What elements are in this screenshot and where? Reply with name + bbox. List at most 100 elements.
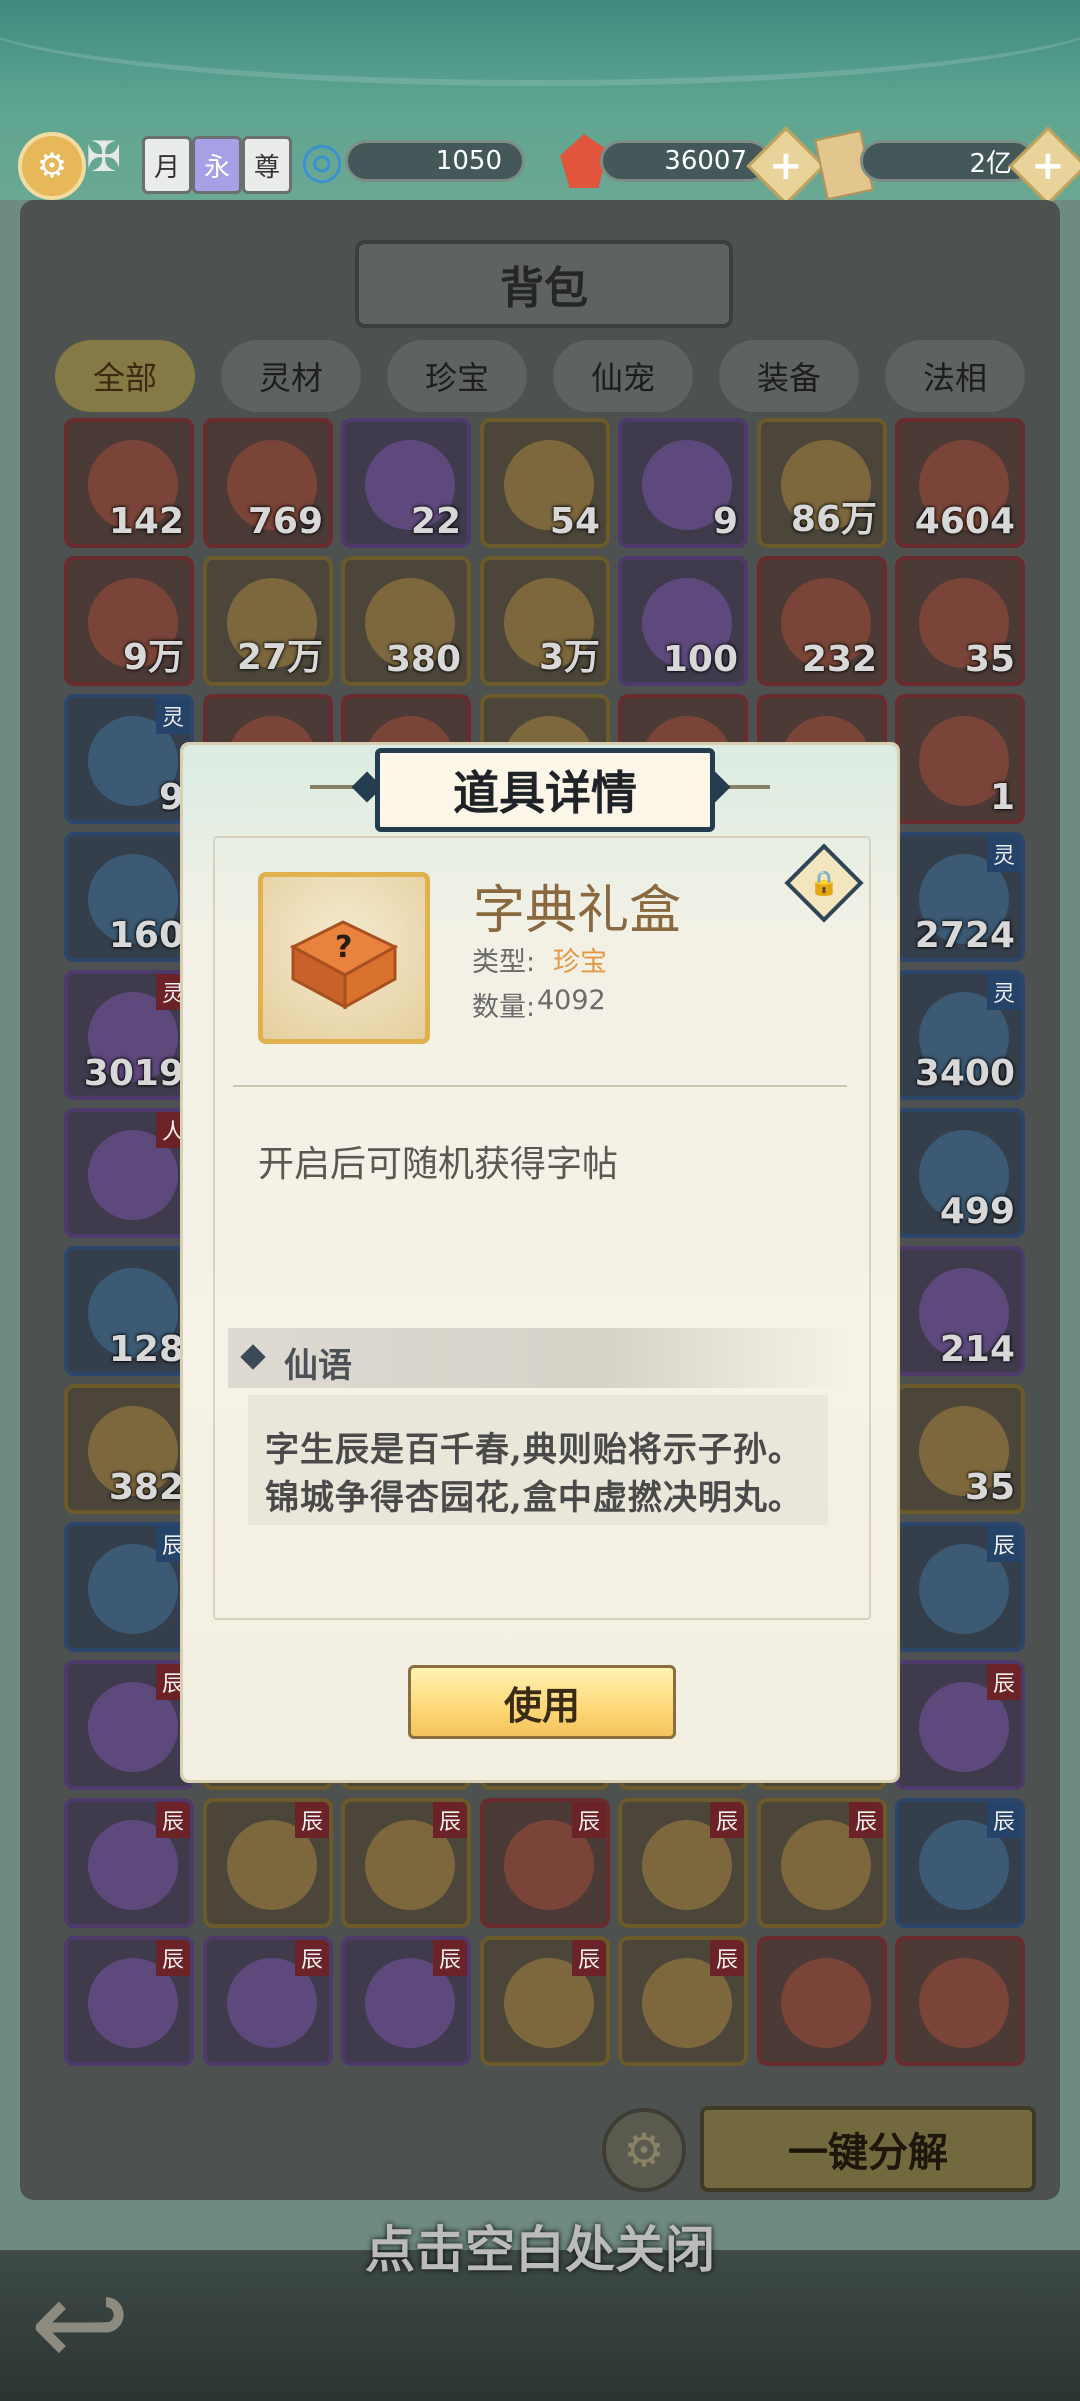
title-badge-eternal[interactable]: 永 xyxy=(192,136,242,194)
slot-tag: 辰 xyxy=(433,1940,467,1976)
slot-tag: 灵 xyxy=(987,836,1021,872)
slot-count: 27万 xyxy=(236,637,323,678)
gear-icon: ⚙ xyxy=(623,2123,665,2177)
slot-count: 100 xyxy=(662,639,738,680)
inventory-slot[interactable]: 灵 3019 xyxy=(64,970,194,1100)
tab-3[interactable]: 仙宠 xyxy=(553,340,693,412)
divider xyxy=(233,1085,847,1087)
inventory-slot[interactable]: 辰 xyxy=(203,1936,333,2066)
tab-1[interactable]: 灵材 xyxy=(221,340,361,412)
slot-count: 3万 xyxy=(538,637,600,678)
inventory-slot[interactable]: 辰 xyxy=(64,1936,194,2066)
inventory-slot[interactable]: 辰 xyxy=(618,1936,748,2066)
inventory-slot[interactable]: 辰 xyxy=(618,1798,748,1928)
scroll-counter: 2亿 xyxy=(860,140,1035,182)
inventory-slot[interactable]: 辰 xyxy=(341,1798,471,1928)
tab-5[interactable]: 法相 xyxy=(885,340,1025,412)
slot-count: 4604 xyxy=(914,501,1015,542)
inventory-slot[interactable]: 人 xyxy=(64,1108,194,1238)
inventory-slot[interactable]: 214 xyxy=(895,1246,1025,1376)
inventory-slot[interactable]: 9万 xyxy=(64,556,194,686)
inventory-slot[interactable]: 9 xyxy=(618,418,748,548)
tap-to-close-hint[interactable]: 点击空白处关闭 xyxy=(0,2210,1080,2282)
inventory-slot[interactable]: 辰 xyxy=(895,1798,1025,1928)
slot-tag: 辰 xyxy=(433,1802,467,1838)
inventory-slot[interactable]: 22 xyxy=(341,418,471,548)
tab-0[interactable]: 全部 xyxy=(55,340,195,412)
title-badge-moon[interactable]: 月 xyxy=(142,136,192,194)
inventory-slot[interactable]: 142 xyxy=(64,418,194,548)
inventory-slot[interactable]: 86万 xyxy=(757,418,887,548)
item-art-icon xyxy=(919,1958,1009,2048)
inventory-slot[interactable]: 769 xyxy=(203,418,333,548)
inventory-slot[interactable]: 辰 xyxy=(64,1660,194,1790)
rank-emblem-icon[interactable]: ✠ xyxy=(86,132,134,188)
lock-icon: 🔒 xyxy=(809,868,839,897)
svg-text:?: ? xyxy=(335,930,352,965)
inventory-slot[interactable]: 1 xyxy=(895,694,1025,824)
slot-tag: 辰 xyxy=(156,1940,190,1976)
inventory-slot[interactable]: 160 xyxy=(64,832,194,962)
inventory-slot[interactable] xyxy=(895,1936,1025,2066)
item-count-value: 4092 xyxy=(537,985,606,1016)
inventory-slot[interactable]: 27万 xyxy=(203,556,333,686)
plus-icon: + xyxy=(1031,142,1065,189)
inventory-slot[interactable]: 辰 xyxy=(341,1936,471,2066)
modal-title: 道具详情 xyxy=(375,748,715,832)
inventory-slot[interactable]: 辰 xyxy=(757,1798,887,1928)
spirit-stone-counter: 1050 xyxy=(345,140,525,182)
item-description: 开启后可随机获得字帖 xyxy=(258,1144,619,1185)
inventory-slot[interactable]: 128 xyxy=(64,1246,194,1376)
inventory-slot[interactable]: 灵 3400 xyxy=(895,970,1025,1100)
slot-count: 35 xyxy=(964,1467,1015,1508)
flavor-section-title: 仙语 xyxy=(284,1346,352,1386)
inventory-slot[interactable]: 54 xyxy=(480,418,610,548)
inventory-slot[interactable]: 辰 xyxy=(895,1522,1025,1652)
spirit-swirl-icon: ◎ xyxy=(300,131,344,189)
inventory-slot[interactable]: 辰 xyxy=(480,1936,610,2066)
plus-icon: + xyxy=(769,142,803,189)
slot-count: 3400 xyxy=(914,1053,1015,1094)
tab-2[interactable]: 珍宝 xyxy=(387,340,527,412)
slot-tag: 辰 xyxy=(295,1802,329,1838)
item-count-label: 数量: xyxy=(472,992,536,1023)
inventory-slot[interactable]: 辰 xyxy=(64,1522,194,1652)
inventory-slot[interactable]: 232 xyxy=(757,556,887,686)
slot-count: 1 xyxy=(989,777,1015,818)
inventory-slot[interactable]: 100 xyxy=(618,556,748,686)
slot-count: 86万 xyxy=(790,499,877,540)
slot-tag: 辰 xyxy=(156,1802,190,1838)
inventory-slot[interactable]: 35 xyxy=(895,556,1025,686)
flavor-poem-line-1: 字生辰是百千春,典则贻将示子孙。 xyxy=(265,1430,803,1470)
inventory-slot[interactable]: 499 xyxy=(895,1108,1025,1238)
inventory-slot[interactable]: 辰 xyxy=(203,1798,333,1928)
use-item-button[interactable]: 使用 xyxy=(408,1665,676,1739)
slot-count: 128 xyxy=(108,1329,184,1370)
inventory-slot[interactable]: 380 xyxy=(341,556,471,686)
inventory-slot[interactable]: 灵9 xyxy=(64,694,194,824)
inventory-slot[interactable]: 辰 xyxy=(895,1660,1025,1790)
item-icon: ? xyxy=(258,872,430,1044)
slot-count: 9万 xyxy=(122,637,184,678)
item-type-label: 类型: xyxy=(472,947,536,978)
inventory-slot[interactable]: 4604 xyxy=(895,418,1025,548)
inventory-slot[interactable]: 382 xyxy=(64,1384,194,1514)
item-type-value: 珍宝 xyxy=(553,947,607,978)
slot-tag: 辰 xyxy=(710,1940,744,1976)
title-badge-honor[interactable]: 尊 xyxy=(242,136,292,194)
sort-settings-button[interactable]: ⚙ xyxy=(602,2108,686,2192)
slot-count: 160 xyxy=(108,915,184,956)
inventory-slot[interactable]: 辰 xyxy=(64,1798,194,1928)
inventory-slot[interactable]: 辰 xyxy=(480,1798,610,1928)
flavor-poem-line-2: 锦城争得杏园花,盒中虚撚决明丸。 xyxy=(265,1478,803,1518)
slot-count: 9 xyxy=(712,501,738,542)
slot-count: 35 xyxy=(964,639,1015,680)
inventory-slot[interactable]: 3万 xyxy=(480,556,610,686)
settings-gear-icon[interactable]: ⚙ xyxy=(18,132,86,200)
inventory-slot[interactable]: 35 xyxy=(895,1384,1025,1514)
inventory-slot[interactable]: 灵 2724 xyxy=(895,832,1025,962)
tab-4[interactable]: 装备 xyxy=(719,340,859,412)
decompose-all-button[interactable]: 一键分解 xyxy=(700,2106,1036,2192)
gem-counter: 36007 xyxy=(600,140,770,182)
inventory-slot[interactable] xyxy=(757,1936,887,2066)
